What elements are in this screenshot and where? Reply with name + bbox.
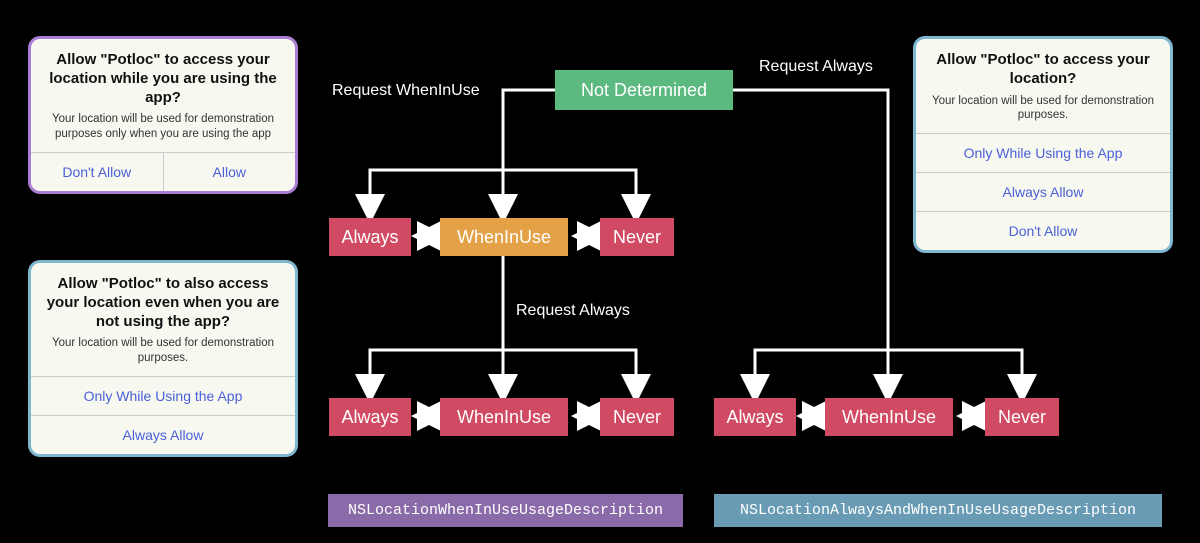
dialog-upgrade-subtitle: Your location will be used for demonstra…	[45, 336, 281, 366]
node-row1-never: Never	[600, 218, 674, 256]
node-row2l-never: Never	[600, 398, 674, 436]
plist-always: NSLocationAlwaysAndWhenInUseUsageDescrip…	[714, 494, 1162, 527]
node-row2r-always: Always	[714, 398, 796, 436]
dialog-wheninuse: Allow "Potloc" to access your location w…	[28, 36, 298, 194]
dialog-wheninuse-allow-button[interactable]: Allow	[163, 153, 296, 191]
dialog-always-title: Allow "Potloc" to access your location?	[930, 51, 1156, 89]
node-row2r-wheninuse: WhenInUse	[825, 398, 953, 436]
node-row2r-never: Never	[985, 398, 1059, 436]
node-not-determined: Not Determined	[555, 70, 733, 110]
dialog-upgrade-onlyinuse-button[interactable]: Only While Using the App	[31, 376, 295, 415]
dialog-upgrade-title: Allow "Potloc" to also access your locat…	[45, 275, 281, 331]
dialog-wheninuse-title: Allow "Potloc" to access your location w…	[45, 51, 281, 107]
dialog-always-onlyinuse-button[interactable]: Only While Using the App	[916, 133, 1170, 172]
label-request-wheninuse: Request WhenInUse	[332, 82, 480, 100]
dialog-always-deny-button[interactable]: Don't Allow	[916, 211, 1170, 250]
plist-wheninuse: NSLocationWhenInUseUsageDescription	[328, 494, 683, 527]
label-request-always-down: Request Always	[516, 302, 630, 320]
dialog-wheninuse-subtitle: Your location will be used for demonstra…	[45, 112, 281, 142]
dialog-always: Allow "Potloc" to access your location? …	[913, 36, 1173, 253]
dialog-always-always-button[interactable]: Always Allow	[916, 172, 1170, 211]
dialog-upgrade-always-button[interactable]: Always Allow	[31, 415, 295, 454]
node-row1-wheninuse: WhenInUse	[440, 218, 568, 256]
dialog-upgrade: Allow "Potloc" to also access your locat…	[28, 260, 298, 457]
node-row2l-always: Always	[329, 398, 411, 436]
node-row1-always: Always	[329, 218, 411, 256]
dialog-wheninuse-deny-button[interactable]: Don't Allow	[31, 153, 163, 191]
node-row2l-wheninuse: WhenInUse	[440, 398, 568, 436]
dialog-always-subtitle: Your location will be used for demonstra…	[930, 94, 1156, 124]
label-request-always-right: Request Always	[759, 58, 873, 76]
